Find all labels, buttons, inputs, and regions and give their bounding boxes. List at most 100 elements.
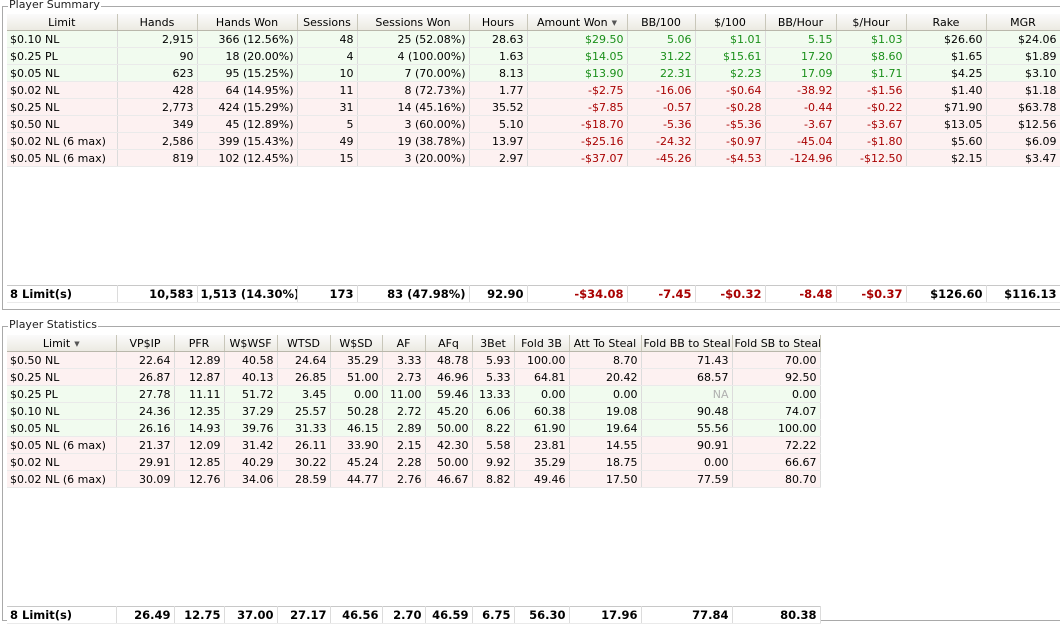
table-row[interactable]: $0.25 PL 27.78 11.11 51.72 3.45 0.00 11.00 59.4… <box>7 385 821 403</box>
cell-wdollar-wsf: 51.72 <box>224 385 278 403</box>
cell-fold-3b: 100.00 <box>514 351 570 369</box>
column-header-amount-won[interactable]: Amount Won ▼ <box>527 14 628 31</box>
cell-wtsd: 25.57 <box>277 402 331 420</box>
cell-wdollar-sd: 46.15 <box>330 419 383 437</box>
column-header-fold-3b[interactable]: Fold 3B <box>514 335 570 352</box>
cell-af: 2.72 <box>382 402 426 420</box>
cell-hours: 8.13 <box>469 64 528 82</box>
table-row[interactable]: $0.10 NL 2,915 366 (12.56%) 48 25 (52.08%) 28… <box>7 30 1060 48</box>
table-row[interactable]: $0.05 NL (6 max) 21.37 12.09 31.42 26.11 33.9… <box>7 436 821 454</box>
cell-limit: $0.25 NL <box>7 368 117 386</box>
cell-pfr: 12.09 <box>174 436 225 454</box>
column-header-limit[interactable]: Limit <box>7 14 118 31</box>
table-row[interactable]: $0.10 NL 24.36 12.35 37.29 25.57 50.28 2.72 45.… <box>7 402 821 420</box>
cell-bb-hour: 17.09 <box>765 64 837 82</box>
player-summary-table[interactable]: Limit Hands Hands Won Sessions Sessions Won H… <box>7 14 1060 303</box>
column-header-dollar-100[interactable]: $/100 <box>695 14 766 31</box>
table-row[interactable]: $0.02 NL 428 64 (14.95%) 11 8 (72.73%) 1.77 -$… <box>7 81 1060 99</box>
column-header-vpdollar-ip[interactable]: VP$IP <box>116 335 175 352</box>
cell-3bet: 13.33 <box>472 385 515 403</box>
cell-hands-won: 64 (14.95%) <box>197 81 298 99</box>
cell-pfr: 12.87 <box>174 368 225 386</box>
column-header-dollar-hour[interactable]: $/Hour <box>836 14 907 31</box>
cell-wtsd: 30.22 <box>277 453 331 471</box>
cell-sessions: 10 <box>297 64 358 82</box>
cell-wtsd: 26.85 <box>277 368 331 386</box>
column-header-label: 3Bet <box>480 336 506 350</box>
cell-limit: $0.05 NL (6 max) <box>7 149 118 167</box>
column-header-label: BB/Hour <box>777 15 824 29</box>
player-statistics-table[interactable]: Limit ▼ VP$IP PFR W$WSF WTSD W$SD AF AFq 3Bet Fold… <box>7 335 821 624</box>
table-row[interactable]: $0.02 NL (6 max) 30.09 12.76 34.06 28.59 44.7… <box>7 470 821 488</box>
column-header-sessions[interactable]: Sessions <box>297 14 358 31</box>
cell-3bet: 8.82 <box>472 470 515 488</box>
column-header-sessions-won[interactable]: Sessions Won <box>357 14 470 31</box>
table-row[interactable]: $0.25 NL 26.87 12.87 40.13 26.85 51.00 2.73 46.… <box>7 368 821 386</box>
table-row[interactable]: $0.05 NL 623 95 (15.25%) 10 7 (70.00%) 8.13 $1… <box>7 64 1060 82</box>
column-header-fold-bb-to-steal[interactable]: Fold BB to Steal <box>641 335 733 352</box>
table-row[interactable]: $0.05 NL 26.16 14.93 39.76 31.33 46.15 2.89 50.… <box>7 419 821 437</box>
column-header-hands-won[interactable]: Hands Won <box>197 14 298 31</box>
column-header-rake[interactable]: Rake <box>906 14 987 31</box>
cell-limit: $0.50 NL <box>7 115 118 133</box>
cell-afq: 48.78 <box>425 351 473 369</box>
column-header-bb-100[interactable]: BB/100 <box>627 14 696 31</box>
column-header-hours[interactable]: Hours <box>469 14 528 31</box>
cell-dollar-hour: -$1.56 <box>836 81 907 99</box>
column-header-label: AFq <box>438 336 459 350</box>
table-row[interactable]: $0.02 NL 29.91 12.85 40.29 30.22 45.24 2.28 50.… <box>7 453 821 471</box>
column-header-limit[interactable]: Limit ▼ <box>7 335 117 352</box>
column-header-fold-sb-to-steal[interactable]: Fold SB to Steal <box>732 335 821 352</box>
cell-limit: $0.05 NL <box>7 64 118 82</box>
sort-desc-icon: ▼ <box>611 18 618 27</box>
cell-afq: 45.20 <box>425 402 473 420</box>
cell-amount-won: -$2.75 <box>527 81 628 99</box>
cell-mgr: $1.18 <box>986 81 1060 99</box>
column-header-label: Limit <box>48 15 76 29</box>
column-header-hands[interactable]: Hands <box>117 14 198 31</box>
column-header-pfr[interactable]: PFR <box>174 335 225 352</box>
total-sessions-won: 83 (47.98%) <box>357 285 470 303</box>
cell-wdollar-wsf: 40.13 <box>224 368 278 386</box>
cell-wdollar-wsf: 34.06 <box>224 470 278 488</box>
table-row[interactable]: $0.05 NL (6 max) 819 102 (12.45%) 15 3 (20.0… <box>7 149 1060 167</box>
cell-afq: 46.96 <box>425 368 473 386</box>
cell-att-to-steal: 18.75 <box>569 453 642 471</box>
cell-att-to-steal: 17.50 <box>569 470 642 488</box>
cell-fold-3b: 35.29 <box>514 453 570 471</box>
cell-dollar-hour: -$12.50 <box>836 149 907 167</box>
table-row[interactable]: $0.25 PL 90 18 (20.00%) 4 4 (100.00%) 1.63 $14… <box>7 47 1060 65</box>
cell-mgr: $24.06 <box>986 30 1060 48</box>
column-header-wtsd[interactable]: WTSD <box>277 335 331 352</box>
column-header-att-to-steal[interactable]: Att To Steal <box>569 335 642 352</box>
cell-amount-won: -$25.16 <box>527 132 628 150</box>
column-header-wdollar-wsf[interactable]: W$WSF <box>224 335 278 352</box>
cell-fold-sb-to-steal: 72.22 <box>732 436 821 454</box>
cell-mgr: $63.78 <box>986 98 1060 116</box>
cell-3bet: 5.33 <box>472 368 515 386</box>
player-summary-panel: Player Summary Limit Hands Hands Won Sessio… <box>0 0 1060 310</box>
column-header-bb-hour[interactable]: BB/Hour <box>765 14 837 31</box>
cell-wdollar-sd: 45.24 <box>330 453 383 471</box>
column-header-mgr[interactable]: MGR <box>986 14 1060 31</box>
cell-hands: 428 <box>117 81 198 99</box>
cell-wtsd: 28.59 <box>277 470 331 488</box>
table-row[interactable]: $0.25 NL 2,773 424 (15.29%) 31 14 (45.16%) 35… <box>7 98 1060 116</box>
cell-wdollar-sd: 44.77 <box>330 470 383 488</box>
column-header-wdollar-sd[interactable]: W$SD <box>330 335 383 352</box>
cell-af: 2.76 <box>382 470 426 488</box>
total-hours: 92.90 <box>469 285 528 303</box>
table-row[interactable]: $0.50 NL 349 45 (12.89%) 5 3 (60.00%) 5.10 -$1… <box>7 115 1060 133</box>
table-row[interactable]: $0.50 NL 22.64 12.89 40.58 24.64 35.29 3.33 48.… <box>7 351 821 369</box>
total-mgr: $116.13 <box>986 285 1060 303</box>
cell-afq: 50.00 <box>425 419 473 437</box>
column-header-3bet[interactable]: 3Bet <box>472 335 515 352</box>
column-header-af[interactable]: AF <box>382 335 426 352</box>
column-header-label: $/Hour <box>852 15 890 29</box>
column-header-afq[interactable]: AFq <box>425 335 473 352</box>
cell-wdollar-wsf: 39.76 <box>224 419 278 437</box>
table-row[interactable]: $0.02 NL (6 max) 2,586 399 (15.43%) 49 19 (3… <box>7 132 1060 150</box>
cell-fold-sb-to-steal: 80.70 <box>732 470 821 488</box>
cell-hours: 13.97 <box>469 132 528 150</box>
column-header-label: AF <box>396 336 411 350</box>
